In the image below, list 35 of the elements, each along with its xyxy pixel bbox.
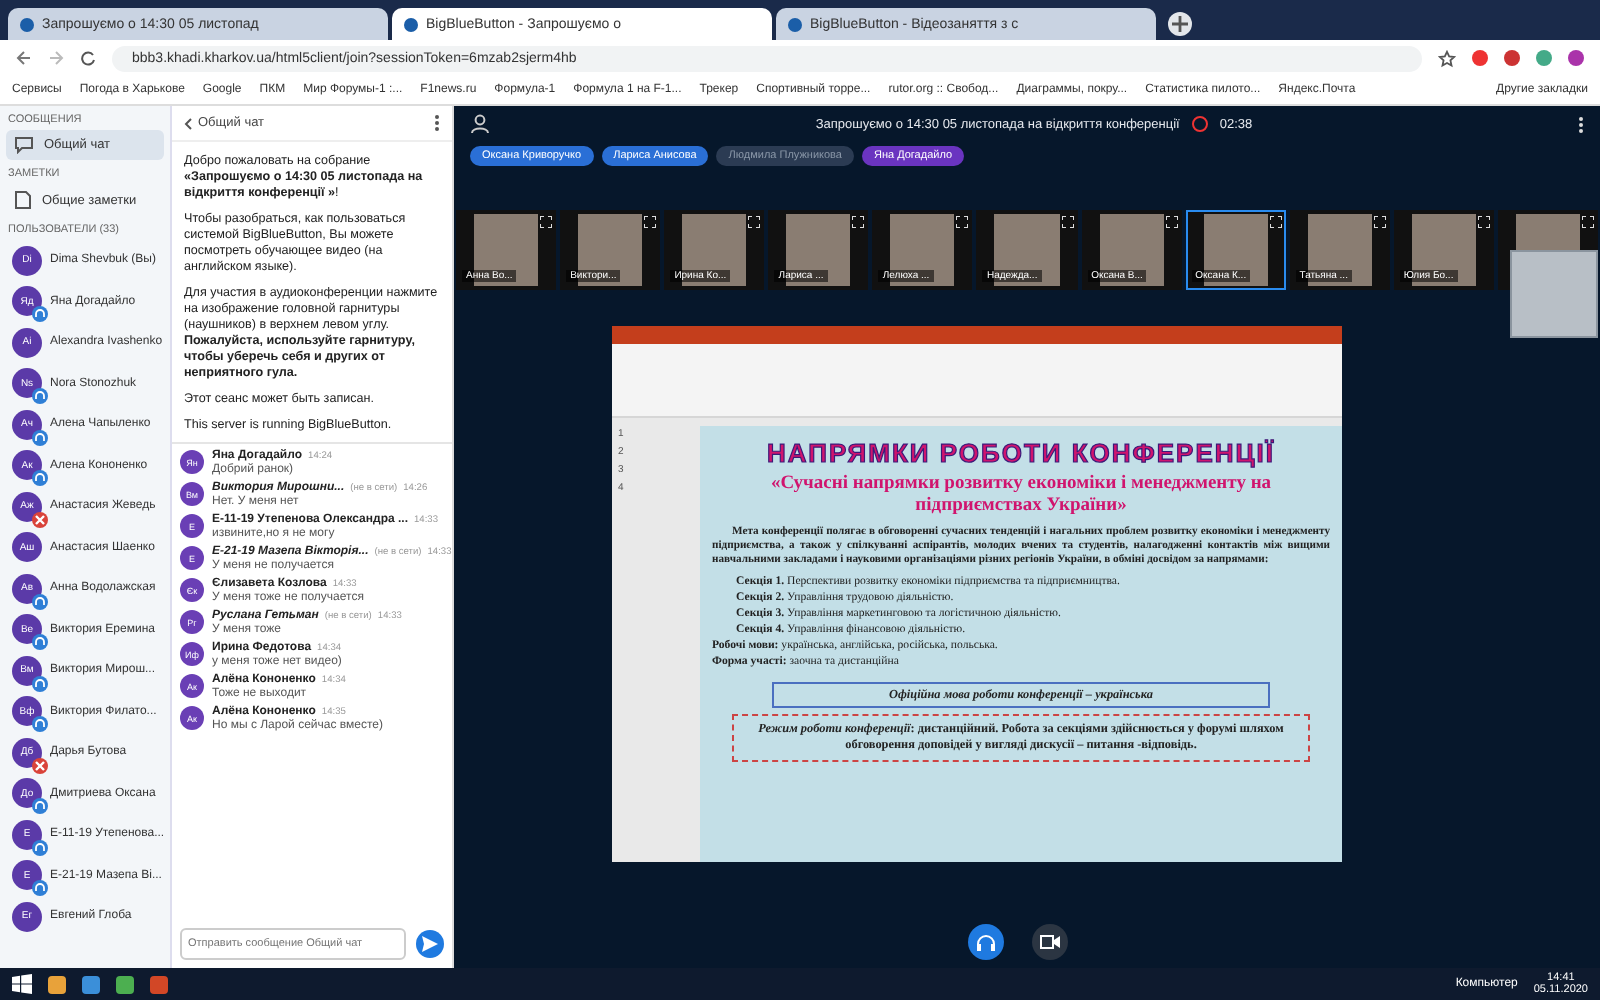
fullscreen-icon[interactable]	[748, 216, 761, 228]
new-tab-icon[interactable]	[1168, 12, 1192, 36]
headphones-icon	[975, 933, 995, 951]
more-options-icon[interactable]	[1577, 115, 1584, 133]
slide-title: НАПРЯМКИ РОБОТИ КОНФЕРЕНЦІЇ	[765, 438, 1277, 468]
fullscreen-icon[interactable]	[1477, 216, 1490, 228]
document-icon	[14, 190, 32, 210]
recording-icon[interactable]	[1191, 116, 1208, 132]
favicon-icon	[20, 17, 34, 31]
profile-avatar-icon[interactable]	[1568, 50, 1584, 66]
fullscreen-icon[interactable]	[1165, 216, 1178, 228]
slide-subtitle: «Сучасні напрямки розвитку економіки і менеджменту на підприємствах України»	[768, 474, 1274, 518]
favicon-icon	[404, 17, 418, 31]
network-stats-panel	[1510, 250, 1598, 338]
fullscreen-icon[interactable]	[1061, 216, 1074, 228]
more-options-icon[interactable]	[434, 114, 440, 132]
user-icon[interactable]	[470, 114, 490, 134]
back-icon[interactable]	[16, 50, 32, 66]
fullscreen-icon[interactable]	[1269, 216, 1282, 228]
fullscreen-icon[interactable]	[644, 216, 657, 228]
fullscreen-icon[interactable]	[1582, 216, 1595, 228]
send-button[interactable]	[416, 930, 444, 958]
fullscreen-icon[interactable]	[852, 216, 865, 228]
chevron-left-icon	[184, 117, 192, 129]
reload-icon[interactable]	[80, 50, 96, 66]
favicon-icon	[788, 17, 802, 31]
fullscreen-icon[interactable]	[540, 216, 553, 228]
star-icon[interactable]	[1438, 49, 1456, 67]
audio-button[interactable]	[967, 924, 1003, 960]
video-camera-icon	[1039, 934, 1059, 950]
video-button[interactable]	[1031, 924, 1067, 960]
windows-start-icon[interactable]	[12, 974, 32, 994]
chat-bubble-icon	[14, 136, 34, 154]
fullscreen-icon[interactable]	[1373, 216, 1386, 228]
fullscreen-icon[interactable]	[956, 216, 969, 228]
